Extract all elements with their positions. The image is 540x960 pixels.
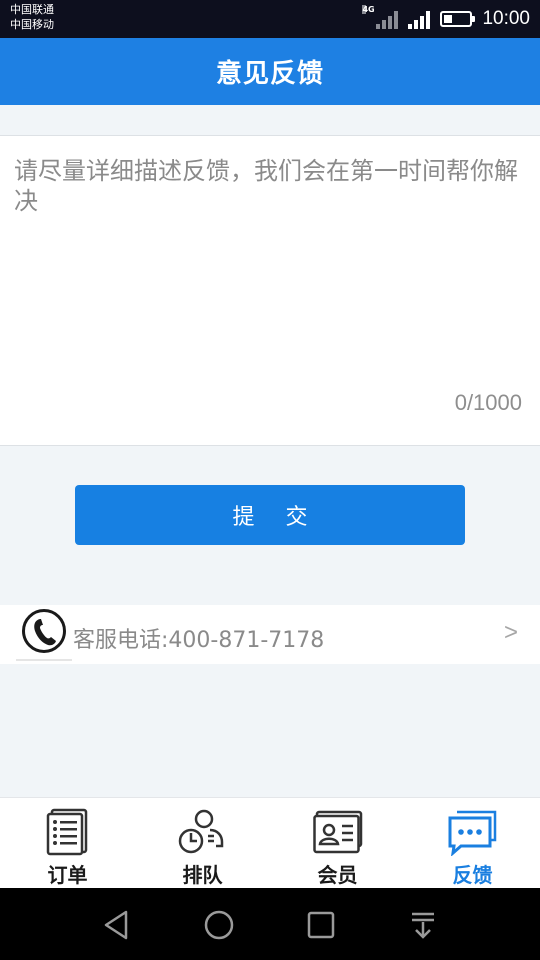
- home-icon[interactable]: [202, 908, 236, 942]
- tab-label-order: 订单: [47, 863, 88, 887]
- feedback-box: 0/1000: [0, 135, 540, 446]
- submit-button[interactable]: 提 交: [75, 485, 465, 545]
- bottom-tab-bar: 订单 排队 会员 反馈: [0, 797, 540, 888]
- status-bar: 中国联通 中国移动 4G 10:00: [0, 0, 540, 38]
- chevron-right-icon: >: [503, 619, 518, 646]
- page-title: 意见反馈: [215, 59, 324, 89]
- order-list-icon: [46, 808, 87, 856]
- char-counter: 0/1000: [454, 390, 522, 415]
- carrier-names: 中国联通 中国移动: [10, 2, 54, 32]
- status-time: 10:00: [482, 8, 530, 29]
- carrier-1: 中国联通: [10, 3, 54, 16]
- signal-icon: [408, 9, 431, 29]
- feedback-input[interactable]: [14, 156, 530, 386]
- tab-order[interactable]: 订单: [0, 798, 135, 888]
- system-nav-bar: [0, 888, 540, 960]
- service-phone-text: 客服电话:400-871-7178: [73, 628, 325, 653]
- recents-icon[interactable]: [304, 908, 338, 942]
- carrier-2: 中国移动: [10, 18, 54, 31]
- tab-member[interactable]: 会员: [270, 798, 405, 888]
- member-card-icon: [312, 810, 362, 854]
- network-tag: 4G: [362, 5, 375, 14]
- customer-service-row[interactable]: 客服电话:400-871-7178 >: [0, 605, 540, 664]
- tab-label-member: 会员: [317, 863, 358, 887]
- notification-pulldown-icon[interactable]: [406, 908, 440, 942]
- phone-icon-underline: [16, 659, 72, 661]
- tab-label-feedback: 反馈: [452, 863, 493, 887]
- battery-level: [444, 15, 453, 23]
- battery-icon: [440, 11, 476, 27]
- feedback-chat-icon: [448, 810, 496, 856]
- status-icons: 4G 10:00: [362, 4, 530, 34]
- phone-icon: [22, 609, 66, 653]
- back-icon[interactable]: [100, 908, 134, 942]
- tab-feedback[interactable]: 反馈: [405, 798, 540, 888]
- tab-label-queue: 排队: [182, 863, 223, 887]
- signal-4g-icon: 4G: [362, 5, 399, 29]
- queue-icon: [178, 809, 223, 854]
- app-header: 意见反馈: [0, 38, 540, 105]
- tab-queue[interactable]: 排队: [135, 798, 270, 888]
